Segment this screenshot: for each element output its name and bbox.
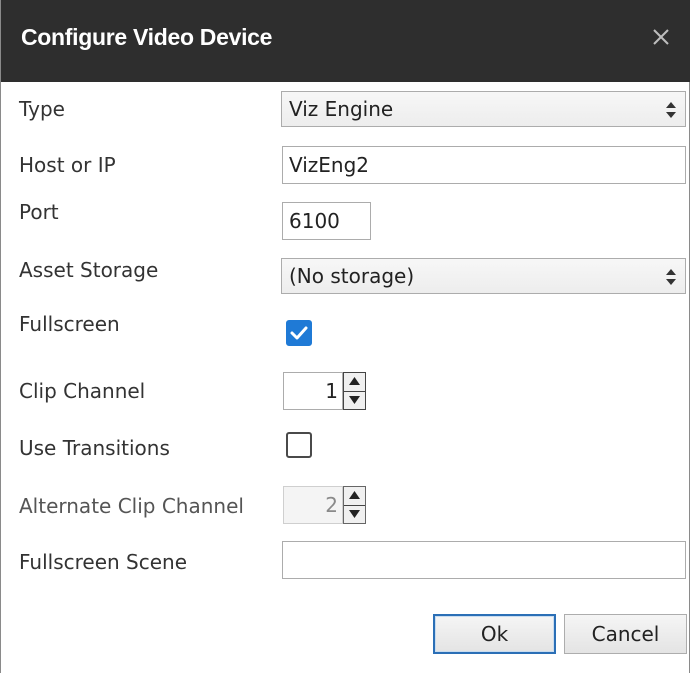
alternate-clip-channel-decrement bbox=[344, 505, 365, 523]
alternate-clip-channel-increment bbox=[344, 487, 365, 506]
clip-channel-stepper: 1 bbox=[283, 372, 385, 410]
triangle-up-icon bbox=[349, 491, 360, 499]
checkmark-icon bbox=[290, 326, 308, 340]
port-field[interactable] bbox=[283, 203, 370, 239]
fullscreen-checkbox[interactable] bbox=[286, 320, 312, 346]
triangle-down-icon bbox=[349, 510, 360, 518]
ok-button[interactable]: Ok bbox=[433, 614, 556, 654]
host-field[interactable] bbox=[283, 147, 685, 183]
cancel-button[interactable]: Cancel bbox=[564, 614, 687, 654]
asset-storage-label: Asset Storage bbox=[19, 258, 159, 282]
up-down-arrow-icon bbox=[665, 101, 677, 123]
clip-channel-label: Clip Channel bbox=[19, 379, 146, 403]
port-field-box bbox=[282, 202, 371, 240]
fullscreen-label: Fullscreen bbox=[19, 312, 120, 336]
use-transitions-label: Use Transitions bbox=[19, 436, 170, 460]
close-icon[interactable] bbox=[646, 22, 676, 52]
fullscreen-scene-label: Fullscreen Scene bbox=[19, 550, 188, 574]
clip-channel-value[interactable]: 1 bbox=[283, 372, 343, 410]
alternate-clip-channel-label: Alternate Clip Channel bbox=[19, 494, 244, 518]
alternate-clip-channel-stepper: 2 bbox=[283, 486, 385, 524]
dialog-titlebar[interactable]: Configure Video Device bbox=[1, 0, 690, 82]
asset-storage-select-value: (No storage) bbox=[289, 264, 415, 288]
fullscreen-scene-field-box bbox=[282, 541, 686, 579]
dialog-title: Configure Video Device bbox=[21, 24, 273, 50]
type-select[interactable]: Viz Engine bbox=[281, 91, 686, 127]
host-label: Host or IP bbox=[19, 153, 116, 177]
clip-channel-increment[interactable] bbox=[344, 373, 365, 392]
host-field-box bbox=[282, 146, 686, 184]
alternate-clip-channel-spin-buttons bbox=[343, 486, 366, 524]
up-down-arrow-icon bbox=[665, 268, 677, 290]
configure-video-device-dialog: Configure Video Device Type Viz Engine H… bbox=[0, 0, 690, 673]
triangle-up-icon bbox=[349, 377, 360, 385]
type-label: Type bbox=[19, 97, 65, 121]
type-select-value: Viz Engine bbox=[289, 97, 394, 121]
clip-channel-spin-buttons bbox=[343, 372, 366, 410]
alternate-clip-channel-value: 2 bbox=[283, 486, 343, 524]
asset-storage-select[interactable]: (No storage) bbox=[281, 258, 686, 294]
port-label: Port bbox=[19, 200, 59, 224]
fullscreen-scene-field[interactable] bbox=[283, 542, 685, 578]
triangle-down-icon bbox=[349, 396, 360, 404]
clip-channel-decrement[interactable] bbox=[344, 391, 365, 409]
use-transitions-checkbox[interactable] bbox=[286, 432, 312, 458]
